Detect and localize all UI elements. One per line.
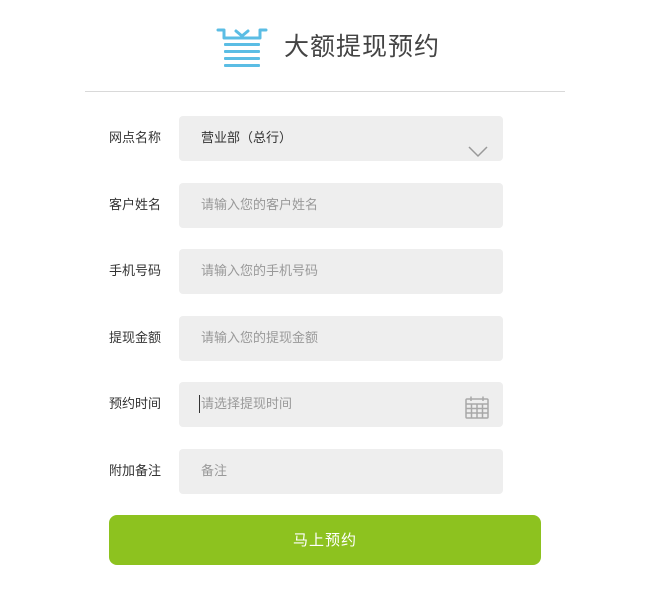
remark-row: 附加备注 备注 [0, 449, 650, 494]
amount-placeholder: 请输入您的提现金额 [201, 331, 319, 346]
reservation-page: 大额提现预约 网点名称 营业部（总行） 客户姓名 请输入您的客户姓名 手机号码 [0, 0, 650, 597]
submit-reservation-button[interactable]: 马上预约 [109, 515, 541, 565]
header: 大额提现预约 [0, 0, 650, 92]
phone-placeholder: 请输入您的手机号码 [201, 264, 319, 279]
name-row: 客户姓名 请输入您的客户姓名 [0, 183, 650, 228]
branch-select[interactable]: 营业部（总行） [179, 116, 503, 161]
customer-name-placeholder: 请输入您的客户姓名 [201, 198, 319, 213]
amount-row: 提现金额 请输入您的提现金额 [0, 316, 650, 361]
branch-select-value: 营业部（总行） [201, 131, 293, 146]
remark-input[interactable]: 备注 [179, 449, 503, 494]
remark-label: 附加备注 [109, 464, 162, 479]
time-label: 预约时间 [109, 397, 162, 412]
phone-row: 手机号码 请输入您的手机号码 [0, 249, 650, 294]
amount-input[interactable]: 请输入您的提现金额 [179, 316, 503, 361]
header-divider [85, 91, 565, 92]
amount-label: 提现金额 [109, 331, 162, 346]
customer-name-input[interactable]: 请输入您的客户姓名 [179, 183, 503, 228]
branch-label: 网点名称 [109, 131, 162, 146]
time-placeholder: 请选择提现时间 [201, 397, 293, 412]
remark-placeholder: 备注 [201, 464, 228, 479]
name-label: 客户姓名 [109, 198, 162, 213]
branch-row: 网点名称 营业部（总行） [0, 116, 650, 161]
atm-withdraw-icon [214, 26, 270, 70]
time-row: 预约时间 请选择提现时间 [0, 382, 650, 427]
time-picker-input[interactable]: 请选择提现时间 [179, 382, 503, 427]
chevron-down-icon [468, 132, 488, 158]
phone-input[interactable]: 请输入您的手机号码 [179, 249, 503, 294]
page-title: 大额提现预约 [284, 32, 441, 61]
calendar-icon[interactable] [465, 393, 489, 419]
phone-label: 手机号码 [109, 264, 162, 279]
text-caret [199, 395, 200, 413]
